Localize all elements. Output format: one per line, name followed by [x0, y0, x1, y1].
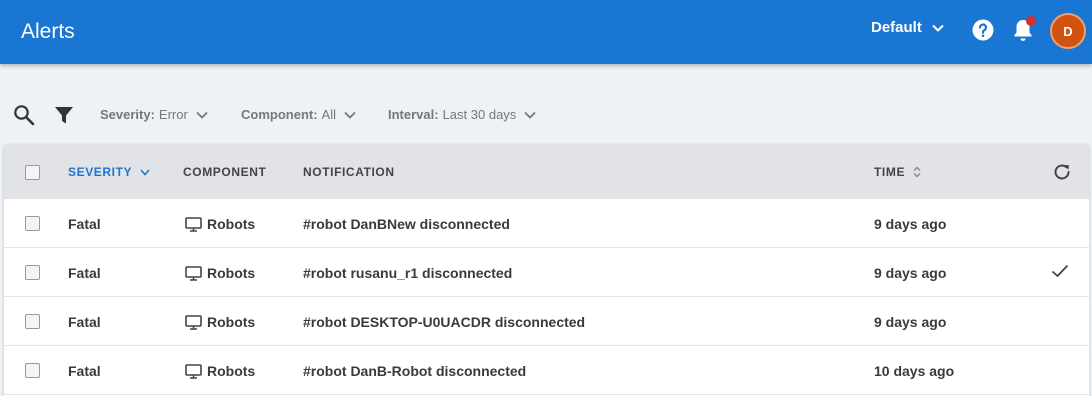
time-cell: 9 days ago [874, 265, 947, 281]
monitor-icon [185, 265, 202, 281]
notification-cell: #robot rusanu_r1 disconnected [303, 265, 513, 281]
table-row[interactable]: Fatal Robots #robot DESKTOP-U0UACDR disc… [4, 297, 1089, 346]
table-row[interactable]: Fatal Robots #robot rusanu_r1 disconnect… [4, 248, 1089, 297]
notification-cell: #robot DESKTOP-U0UACDR disconnected [303, 314, 586, 330]
column-header-time[interactable]: TIME [874, 165, 921, 179]
chevron-down-icon [344, 111, 356, 119]
component-cell: Robots [185, 363, 255, 379]
column-header-notification: NOTIFICATION [303, 165, 395, 179]
notification-cell: #robot DanB-Robot disconnected [303, 363, 527, 379]
row-checkbox[interactable] [25, 363, 40, 378]
table-row[interactable]: Fatal Robots #robot DanB-Robot disconnec… [4, 346, 1089, 395]
table-header: SEVERITY COMPONENT NOTIFICATION TIME [4, 144, 1089, 199]
component-filter-dropdown[interactable]: Component: All [241, 107, 356, 122]
monitor-icon [185, 216, 202, 232]
search-icon[interactable] [13, 104, 35, 126]
refresh-icon[interactable] [1052, 162, 1072, 182]
time-cell: 10 days ago [874, 363, 955, 379]
monitor-icon [185, 314, 202, 330]
page-title: Alerts [21, 20, 75, 43]
acknowledge-check-icon[interactable] [1051, 264, 1069, 278]
severity-cell: Fatal [68, 363, 101, 379]
help-icon[interactable] [971, 18, 995, 42]
row-checkbox[interactable] [25, 265, 40, 280]
severity-cell: Fatal [68, 216, 101, 232]
sort-icon [913, 166, 921, 178]
tenant-selector[interactable]: Default [871, 19, 944, 36]
time-cell: 9 days ago [874, 314, 947, 330]
avatar[interactable]: D [1050, 13, 1086, 49]
chevron-down-icon [196, 111, 208, 119]
component-cell: Robots [185, 216, 255, 232]
tenant-label: Default [871, 19, 922, 36]
notification-cell: #robot DanBNew disconnected [303, 216, 510, 232]
column-header-severity[interactable]: SEVERITY [68, 165, 150, 179]
severity-cell: Fatal [68, 265, 101, 281]
interval-filter-dropdown[interactable]: Interval: Last 30 days [388, 107, 536, 122]
row-checkbox[interactable] [25, 314, 40, 329]
sort-descending-icon [140, 168, 150, 176]
severity-cell: Fatal [68, 314, 101, 330]
filter-icon[interactable] [54, 105, 74, 125]
table-row[interactable]: Fatal Robots #robot DanBNew disconnected… [4, 199, 1089, 248]
component-cell: Robots [185, 265, 255, 281]
time-cell: 9 days ago [874, 216, 947, 232]
component-cell: Robots [185, 314, 255, 330]
chevron-down-icon [524, 111, 536, 119]
notification-badge [1026, 16, 1036, 26]
select-all-checkbox[interactable] [25, 165, 40, 180]
alerts-table: SEVERITY COMPONENT NOTIFICATION TIME Fat… [4, 144, 1089, 396]
row-checkbox[interactable] [25, 216, 40, 231]
filter-bar: Severity: Error Component: All Interval:… [0, 96, 1092, 132]
column-header-component: COMPONENT [183, 165, 267, 179]
severity-filter-dropdown[interactable]: Severity: Error [100, 107, 208, 122]
chevron-down-icon [932, 24, 944, 32]
monitor-icon [185, 363, 202, 379]
top-bar: Alerts Default D [0, 0, 1092, 64]
